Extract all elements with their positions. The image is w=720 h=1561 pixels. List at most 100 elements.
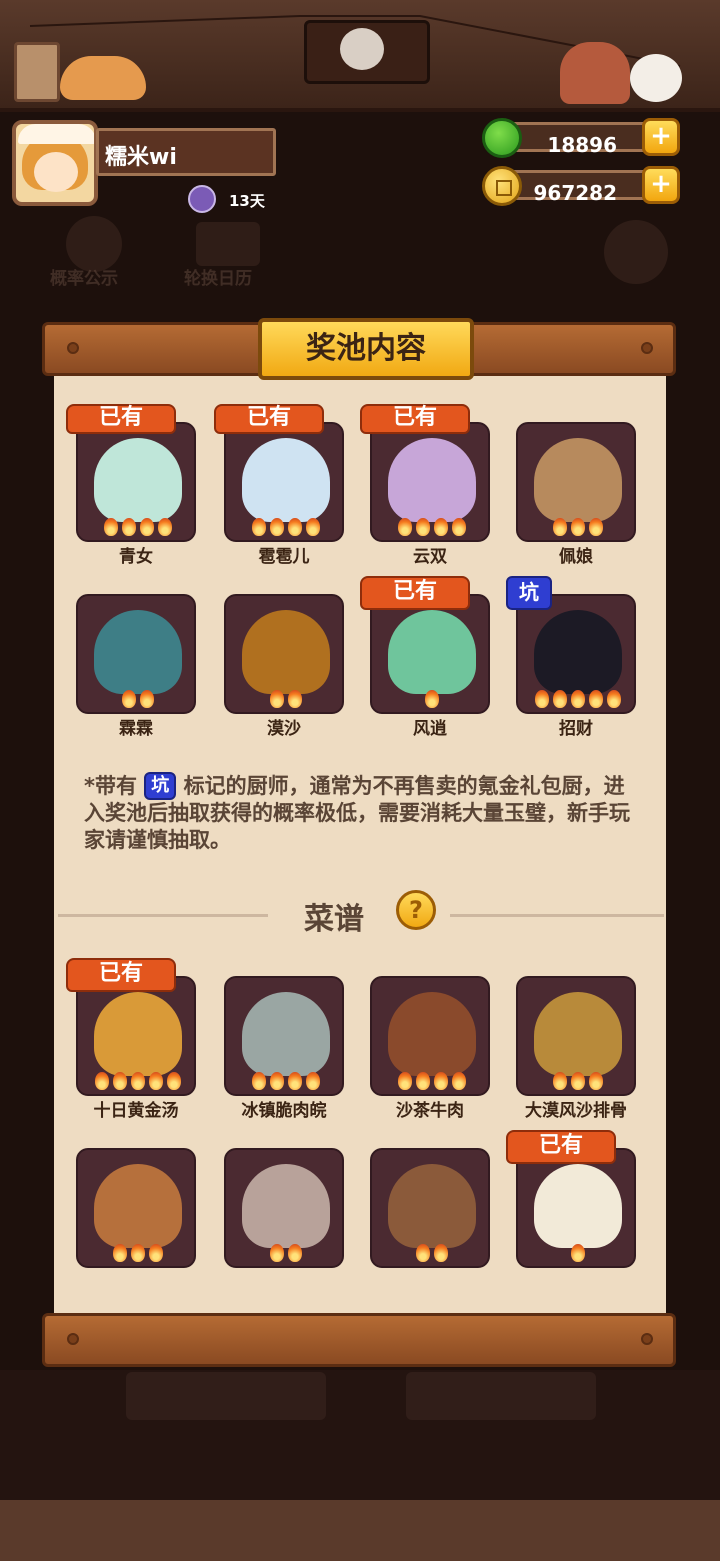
flame-icon (589, 690, 603, 708)
avatar[interactable] (12, 120, 98, 206)
nail-icon (67, 342, 79, 354)
flame-icon (434, 1244, 448, 1262)
calendar-button[interactable]: 轮换日历 (184, 264, 252, 289)
recipe-tile (516, 1148, 636, 1268)
flame-icon (434, 518, 448, 536)
rarity-flames (518, 1072, 634, 1090)
flame-icon (140, 690, 154, 708)
flame-icon (398, 518, 412, 536)
note-prefix: *带有 (84, 774, 137, 798)
flame-icon (167, 1072, 181, 1090)
avatar-hat (18, 124, 94, 144)
nail-icon (641, 1333, 653, 1345)
rarity-flames (78, 518, 194, 536)
flame-icon (416, 1072, 430, 1090)
recipe-tile (76, 976, 196, 1096)
mascot-face-icon (340, 28, 384, 70)
flame-icon (140, 518, 154, 536)
chef-portrait (388, 610, 476, 694)
flame-icon (288, 690, 302, 708)
flame-icon (425, 690, 439, 708)
coin-icon (482, 166, 522, 206)
recipe-tile (516, 976, 636, 1096)
recipe-tile (224, 976, 344, 1096)
jade-bar: 18896 (510, 122, 660, 157)
avatar-face (34, 152, 78, 192)
chef-portrait (388, 438, 476, 522)
add-coin-button[interactable]: + (642, 166, 680, 204)
username-box[interactable]: 糯米wi (96, 128, 276, 176)
flame-icon (589, 1072, 603, 1090)
flame-icon (149, 1244, 163, 1262)
flame-icon (571, 1244, 585, 1262)
draw-once-button[interactable] (126, 1372, 326, 1420)
flame-icon (571, 1072, 585, 1090)
chef-name: 雹雹儿 (258, 547, 310, 567)
recipe-name: 沙茶牛肉 (396, 1101, 464, 1121)
prize-pool-panel: 青女 已有 雹雹儿 已有 云双 已有 佩娘 霖霖 漠沙 风逍 已有 招财坑 *带有 坑 标记的厨师，通… (54, 376, 666, 1314)
probability-button[interactable]: 概率公示 (50, 264, 118, 289)
owned-badge: 已有 (360, 404, 470, 434)
rarity-flames (518, 518, 634, 536)
recipe-tile (370, 1148, 490, 1268)
chef-tile (76, 422, 196, 542)
pit-note: *带有 坑 标记的厨师，通常为不再售卖的氪金礼包厨，进入奖池后抽取获得的概率极低… (84, 772, 644, 854)
coin-currency: 967282 + (482, 166, 682, 206)
owned-badge: 已有 (66, 404, 176, 434)
owned-badge: 已有 (214, 404, 324, 434)
flame-icon (270, 690, 284, 708)
flame-icon (149, 1072, 163, 1090)
flame-icon (306, 1072, 320, 1090)
flame-icon (607, 690, 621, 708)
sleeping-cat-icon (60, 56, 146, 100)
recipe-name: 大漠风沙排骨 (525, 1101, 627, 1121)
divider-left (58, 914, 268, 917)
add-jade-button[interactable]: + (642, 118, 680, 156)
rarity-flames (78, 1072, 194, 1090)
white-cat-icon (630, 54, 682, 102)
recipe-portrait (242, 992, 330, 1076)
pit-inline-badge: 坑 (144, 772, 177, 800)
rarity-flames (372, 1072, 488, 1090)
draw-ten-button[interactable] (406, 1372, 596, 1420)
rarity-flames (226, 690, 342, 708)
flame-icon (571, 518, 585, 536)
coin-amount: 967282 (533, 181, 618, 205)
flame-icon (288, 518, 302, 536)
flame-icon (416, 1244, 430, 1262)
scroll-rod-bottom[interactable] (42, 1313, 676, 1367)
bottom-bar (0, 1500, 720, 1561)
chef-portrait (534, 438, 622, 522)
chef-figure-icon (560, 42, 630, 104)
rarity-flames (372, 1244, 488, 1262)
calendar-icon (196, 222, 260, 266)
bottom-background (0, 1370, 720, 1500)
rarity-flames (78, 1244, 194, 1262)
flame-icon (306, 518, 320, 536)
flame-icon (288, 1244, 302, 1262)
title-badge-icon[interactable] (188, 185, 216, 213)
divider-right (450, 914, 664, 917)
flame-icon (131, 1244, 145, 1262)
recipe-name: 冰镇脆肉皖 (241, 1101, 327, 1121)
flame-icon (434, 1072, 448, 1090)
recipe-portrait (94, 992, 182, 1076)
chef-portrait (534, 610, 622, 694)
flame-icon (252, 1072, 266, 1090)
chef-tile (516, 422, 636, 542)
recipe-name: 十日黄金汤 (93, 1101, 179, 1121)
chef-tile (224, 594, 344, 714)
owned-badge: 已有 (506, 1130, 616, 1164)
rarity-flames (518, 690, 634, 708)
flame-icon (553, 518, 567, 536)
recipe-portrait (94, 1164, 182, 1248)
recipe-portrait (388, 1164, 476, 1248)
flame-icon (122, 690, 136, 708)
chef-name: 风逍 (413, 719, 447, 739)
jade-amount: 18896 (547, 133, 617, 157)
chef-tile (370, 422, 490, 542)
jade-icon (482, 118, 522, 158)
help-icon[interactable]: ? (396, 890, 436, 930)
recipe-tile (76, 1148, 196, 1268)
rarity-flames (78, 690, 194, 708)
